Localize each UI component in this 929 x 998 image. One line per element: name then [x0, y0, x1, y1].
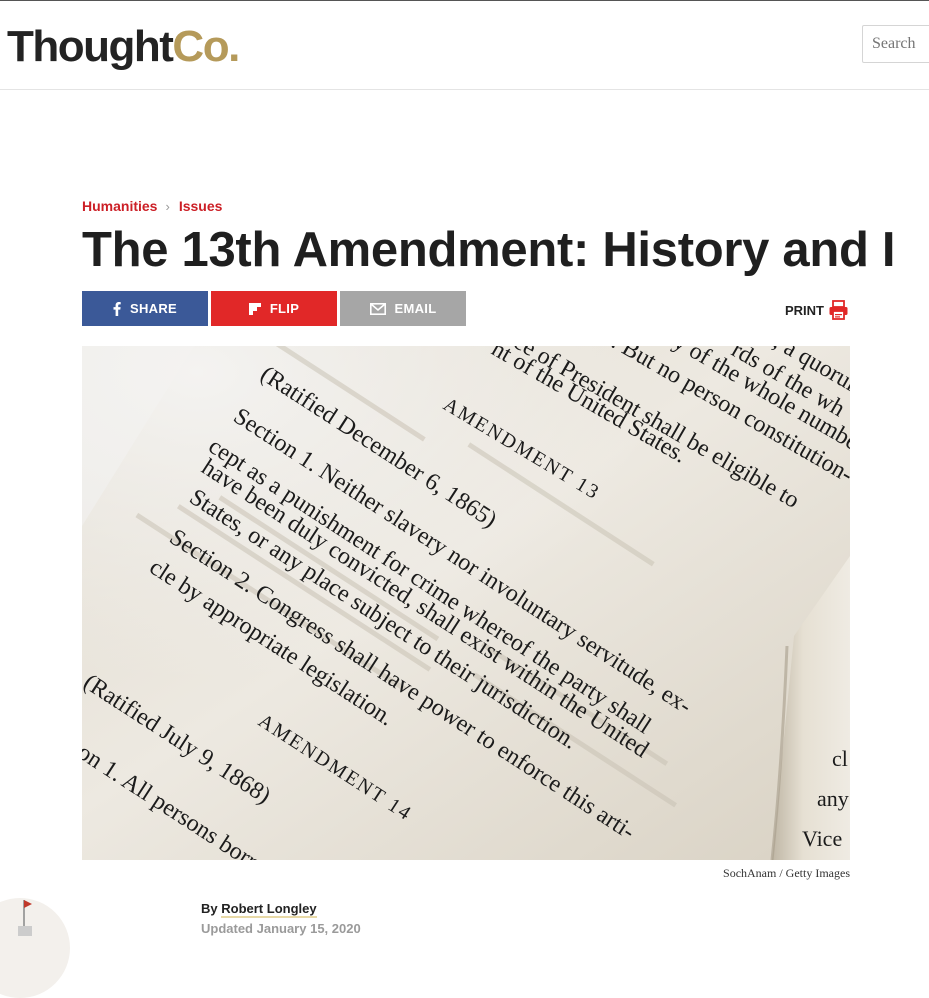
search-input[interactable]: [862, 25, 929, 63]
right-page-fragment: Vice: [802, 826, 842, 851]
book-page-photo: nt of the United States. AMENDMENT 13 (R…: [82, 346, 850, 860]
updated-date: Updated January 15, 2020: [201, 921, 361, 936]
share-button[interactable]: SHARE: [82, 291, 208, 326]
print-button[interactable]: PRINT: [785, 300, 848, 320]
flip-label: FLIP: [269, 301, 300, 316]
breadcrumb: Humanities › Issues: [82, 197, 222, 215]
breadcrumb-separator: ›: [165, 198, 170, 214]
share-label: SHARE: [129, 301, 177, 316]
right-page-fragment: cl: [832, 746, 848, 771]
email-label: EMAIL: [394, 301, 437, 316]
logo-accent: Co.: [172, 22, 240, 71]
breadcrumb-issues[interactable]: Issues: [179, 198, 223, 214]
printer-icon: [829, 300, 848, 320]
site-header: ThoughtCo.: [0, 1, 929, 90]
envelope-icon: [369, 302, 386, 315]
email-button[interactable]: EMAIL: [340, 291, 466, 326]
author-link[interactable]: Robert Longley: [221, 901, 317, 918]
image-credit: SochAnam / Getty Images: [723, 866, 850, 880]
right-page-fragment: any: [817, 786, 849, 811]
author-avatar: [0, 898, 70, 998]
hero-image: nt of the United States. AMENDMENT 13 (R…: [82, 346, 850, 860]
flip-button[interactable]: FLIP: [211, 291, 337, 326]
site-logo[interactable]: ThoughtCo.: [7, 19, 240, 75]
byline-prefix: By: [201, 901, 218, 916]
article-title: The 13th Amendment: History and I: [82, 223, 896, 277]
byline: By Robert Longley: [201, 901, 317, 918]
print-label: PRINT: [785, 302, 824, 318]
flipboard-icon: [248, 302, 261, 315]
breadcrumb-humanities[interactable]: Humanities: [82, 198, 157, 214]
facebook-icon: [113, 301, 121, 316]
logo-main: Thought: [7, 22, 174, 71]
